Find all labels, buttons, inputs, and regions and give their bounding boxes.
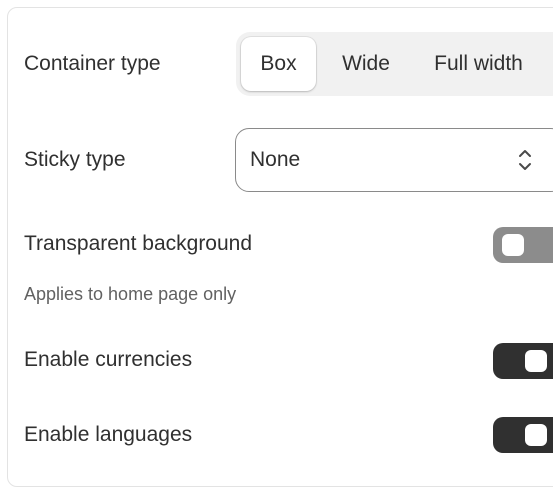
toggle-knob bbox=[525, 424, 547, 446]
transparent-background-help-text: Applies to home page only bbox=[24, 284, 237, 304]
select-chevrons-icon bbox=[519, 150, 531, 170]
sticky-type-select[interactable]: None bbox=[235, 128, 553, 192]
container-type-option-wide[interactable]: Wide bbox=[324, 37, 408, 91]
sticky-type-value: None bbox=[250, 148, 301, 171]
transparent-background-toggle[interactable] bbox=[493, 227, 553, 263]
container-type-option-full-width[interactable]: Full width bbox=[416, 37, 541, 91]
container-type-label: Container type bbox=[24, 52, 161, 75]
sticky-type-label: Sticky type bbox=[24, 148, 126, 171]
container-type-segmented-control: Box Wide Full width bbox=[236, 32, 553, 96]
enable-languages-toggle[interactable] bbox=[493, 417, 553, 453]
toggle-knob bbox=[502, 234, 524, 256]
enable-currencies-label: Enable currencies bbox=[24, 348, 193, 371]
transparent-background-label: Transparent background bbox=[24, 232, 253, 255]
enable-languages-label: Enable languages bbox=[24, 423, 193, 446]
enable-currencies-toggle[interactable] bbox=[493, 343, 553, 379]
container-type-option-box[interactable]: Box bbox=[241, 37, 316, 91]
toggle-knob bbox=[525, 350, 547, 372]
